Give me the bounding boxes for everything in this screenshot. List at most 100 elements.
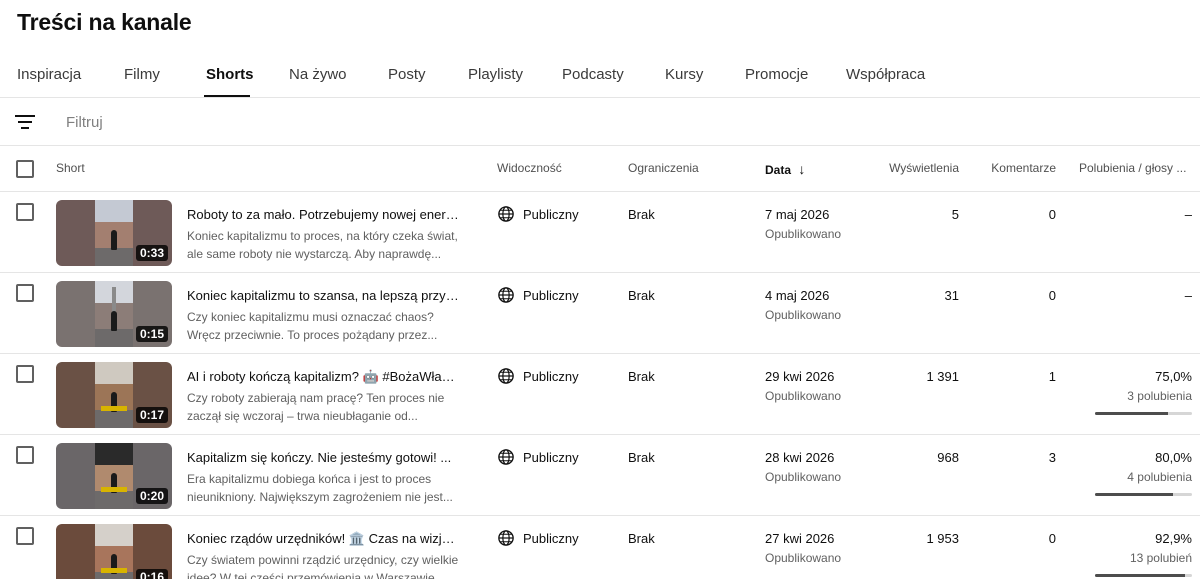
visibility-status[interactable]: Publiczny bbox=[523, 207, 579, 222]
likes-ratio: – bbox=[1184, 288, 1192, 303]
comments-count: 0 bbox=[1048, 531, 1056, 546]
tab-posty[interactable]: Posty bbox=[388, 66, 426, 83]
column-short: Short bbox=[56, 161, 85, 175]
filter-icon[interactable] bbox=[15, 114, 35, 130]
publish-date: 29 kwi 2026 bbox=[765, 369, 835, 384]
table-row: 0:33 Roboty to za mało. Potrzebujemy now… bbox=[0, 192, 1200, 273]
thumbnail-frame bbox=[95, 443, 133, 509]
filter-bar bbox=[0, 99, 1200, 146]
thumbnail-ground bbox=[95, 409, 133, 428]
column-comments[interactable]: Komentarze bbox=[960, 161, 1056, 175]
globe-icon bbox=[498, 449, 514, 465]
row-checkbox[interactable] bbox=[16, 365, 34, 383]
column-date-label: Data bbox=[765, 163, 792, 177]
publish-status: Opublikowano bbox=[765, 308, 842, 322]
row-checkbox[interactable] bbox=[16, 284, 34, 302]
select-all-checkbox[interactable] bbox=[16, 160, 34, 178]
tab-podcasty[interactable]: Podcasty bbox=[562, 66, 624, 83]
row-checkbox[interactable] bbox=[16, 527, 34, 545]
table-row: 0:15 Koniec kapitalizmu to szansa, na le… bbox=[0, 273, 1200, 354]
tab-inspiracja[interactable]: Inspiracja bbox=[17, 66, 81, 83]
tab-playlisty[interactable]: Playlisty bbox=[468, 66, 523, 83]
video-title[interactable]: Roboty to za mało. Potrzebujemy nowej en… bbox=[187, 207, 459, 222]
views-count: 31 bbox=[944, 288, 959, 303]
video-duration: 0:17 bbox=[135, 407, 168, 423]
publish-status: Opublikowano bbox=[765, 389, 842, 403]
tab-na-zywo[interactable]: Na żywo bbox=[289, 66, 347, 83]
thumbnail-caption bbox=[101, 568, 127, 573]
visibility-status[interactable]: Publiczny bbox=[523, 450, 579, 465]
views-count: 968 bbox=[937, 450, 959, 465]
video-thumbnail[interactable]: 0:17 bbox=[56, 362, 172, 428]
visibility-status[interactable]: Publiczny bbox=[523, 288, 579, 303]
video-duration: 0:33 bbox=[135, 245, 168, 261]
video-duration: 0:16 bbox=[135, 569, 168, 579]
thumbnail-frame bbox=[95, 200, 133, 266]
column-date[interactable]: Data ↓ bbox=[765, 161, 805, 177]
thumbnail-blur-left bbox=[56, 281, 95, 347]
globe-icon bbox=[498, 368, 514, 384]
thumbnail-sky bbox=[95, 200, 133, 226]
likes-count: 3 polubienia bbox=[1127, 389, 1192, 403]
sort-arrow-down-icon: ↓ bbox=[798, 161, 806, 177]
thumbnail-caption bbox=[101, 406, 127, 411]
likes-count: 4 polubienia bbox=[1127, 470, 1192, 484]
thumbnail-caption bbox=[101, 487, 127, 492]
thumbnail-blur-left bbox=[56, 362, 95, 428]
publish-date: 28 kwi 2026 bbox=[765, 450, 835, 465]
likes-ratio-bar-fill bbox=[1095, 574, 1186, 577]
video-title[interactable]: Kapitalizm się kończy. Nie jesteśmy goto… bbox=[187, 450, 459, 465]
table-row: 0:16 Koniec rządów urzędników! 🏛️ Czas n… bbox=[0, 516, 1200, 579]
visibility-status[interactable]: Publiczny bbox=[523, 531, 579, 546]
thumbnail-frame bbox=[95, 362, 133, 428]
active-tab-indicator bbox=[204, 95, 250, 97]
table-row: 0:17 AI i roboty kończą kapitalizm? 🤖 #B… bbox=[0, 354, 1200, 435]
row-checkbox[interactable] bbox=[16, 446, 34, 464]
views-count: 1 391 bbox=[926, 369, 959, 384]
video-title[interactable]: AI i roboty kończą kapitalizm? 🤖 #BożaWł… bbox=[187, 369, 459, 385]
thumbnail-person bbox=[111, 311, 117, 331]
restrictions-value: Brak bbox=[628, 207, 655, 222]
restrictions-value: Brak bbox=[628, 369, 655, 384]
video-thumbnail[interactable]: 0:20 bbox=[56, 443, 172, 509]
publish-status: Opublikowano bbox=[765, 470, 842, 484]
visibility-status[interactable]: Publiczny bbox=[523, 369, 579, 384]
thumbnail-sky bbox=[95, 443, 133, 469]
video-thumbnail[interactable]: 0:33 bbox=[56, 200, 172, 266]
tab-filmy[interactable]: Filmy bbox=[124, 66, 160, 83]
restrictions-value: Brak bbox=[628, 288, 655, 303]
comments-count: 0 bbox=[1048, 288, 1056, 303]
table-row: 0:20 Kapitalizm się kończy. Nie jesteśmy… bbox=[0, 435, 1200, 516]
publish-date: 4 maj 2026 bbox=[765, 288, 830, 303]
likes-ratio-bar bbox=[1095, 412, 1192, 415]
filter-input[interactable] bbox=[66, 111, 466, 133]
video-description: Era kapitalizmu dobiega końca i jest to … bbox=[187, 472, 453, 504]
thumbnail-ground bbox=[95, 490, 133, 509]
tab-kursy[interactable]: Kursy bbox=[665, 66, 703, 83]
globe-icon bbox=[498, 530, 514, 546]
video-thumbnail[interactable]: 0:15 bbox=[56, 281, 172, 347]
column-views[interactable]: Wyświetlenia bbox=[860, 161, 959, 175]
thumbnail-ground bbox=[95, 247, 133, 266]
views-count: 1 953 bbox=[926, 531, 959, 546]
column-likes[interactable]: Polubienia / głosy ... bbox=[1079, 161, 1197, 175]
thumbnail-column bbox=[112, 287, 116, 313]
video-description: Czy światem powinni rządzić urzędnicy, c… bbox=[187, 553, 459, 579]
publish-status: Opublikowano bbox=[765, 227, 842, 241]
comments-count: 1 bbox=[1048, 369, 1056, 384]
restrictions-value: Brak bbox=[628, 450, 655, 465]
tab-shorts[interactable]: Shorts bbox=[206, 66, 254, 83]
thumbnail-sky bbox=[95, 362, 133, 388]
tab-promocje[interactable]: Promocje bbox=[745, 66, 808, 83]
likes-ratio-bar bbox=[1095, 493, 1192, 496]
row-checkbox[interactable] bbox=[16, 203, 34, 221]
thumbnail-ground bbox=[95, 328, 133, 347]
thumbnail-blur-left bbox=[56, 443, 95, 509]
comments-count: 3 bbox=[1048, 450, 1056, 465]
video-title[interactable]: Koniec kapitalizmu to szansa, na lepszą … bbox=[187, 288, 459, 303]
thumbnail-sky bbox=[95, 524, 133, 550]
video-thumbnail[interactable]: 0:16 bbox=[56, 524, 172, 579]
tab-wspolpraca[interactable]: Współpraca bbox=[846, 66, 925, 83]
video-duration: 0:20 bbox=[135, 488, 168, 504]
video-title[interactable]: Koniec rządów urzędników! 🏛️ Czas na wiz… bbox=[187, 531, 459, 547]
